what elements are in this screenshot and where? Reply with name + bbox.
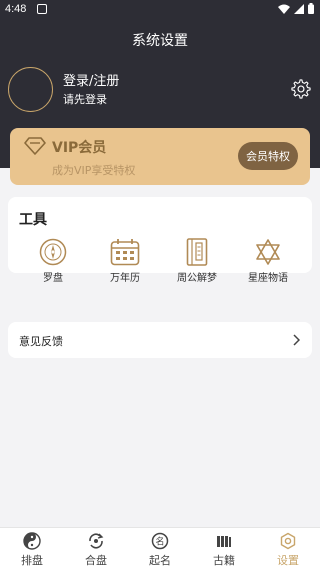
vip-title: VIP会员 (52, 140, 107, 156)
vip-subtitle: 成为VIP享受特权 (52, 164, 136, 177)
tool-label: 周公解梦 (177, 273, 217, 284)
merge-icon (89, 533, 104, 549)
wifi-icon (278, 4, 290, 14)
svg-text:名: 名 (155, 536, 164, 548)
status-indicators (278, 3, 314, 14)
tools-title: 工具 (19, 212, 47, 228)
tab-guji[interactable]: 古籍 (192, 528, 256, 573)
gear-icon[interactable] (290, 78, 312, 100)
settings-icon (280, 532, 296, 550)
login-prompt: 请先登录 (63, 93, 107, 106)
tool-compass[interactable]: 罗盘 (18, 238, 88, 286)
star-of-david-icon (256, 239, 280, 265)
tool-dream-interpretation[interactable]: 周公解梦 (162, 238, 232, 286)
page-title: 系统设置 (132, 33, 188, 49)
naming-icon: 名 (151, 532, 169, 550)
tab-paipan[interactable]: 排盘 (0, 528, 64, 573)
ancient-books-icon (217, 536, 231, 547)
tab-label: 设置 (277, 554, 299, 567)
status-time: 4:48 (5, 3, 27, 15)
tab-bar: 排盘 合盘 名 起名 古籍 设置 (0, 527, 320, 573)
tool-label: 星座物语 (248, 273, 288, 284)
tab-settings[interactable]: 设置 (256, 528, 320, 573)
tab-label: 古籍 (213, 554, 235, 567)
tab-label: 合盘 (85, 554, 107, 567)
feedback-label: 意见反馈 (19, 335, 63, 348)
calendar-icon (110, 239, 140, 266)
tool-horoscope[interactable]: 星座物语 (233, 238, 303, 286)
tab-label: 起名 (149, 554, 171, 567)
login-register-link[interactable]: 登录/注册 (63, 70, 119, 89)
tab-qiming[interactable]: 名 起名 (128, 528, 192, 573)
book-icon (186, 238, 208, 266)
status-bar: 4:48 (0, 0, 320, 20)
diamond-icon (24, 137, 46, 155)
vip-card[interactable]: VIP会员 成为VIP享受特权 会员特权 (10, 128, 310, 185)
tool-label: 万年历 (110, 273, 140, 284)
tools-card: 工具 罗盘 万年历 周公解梦 星座物语 (8, 197, 312, 284)
compass-icon (39, 238, 67, 266)
yin-yang-icon (23, 532, 41, 550)
feedback-row[interactable]: 意见反馈 (8, 322, 312, 358)
tool-label: 罗盘 (43, 273, 63, 284)
battery-icon (308, 3, 314, 14)
vip-privileges-button[interactable]: 会员特权 (238, 142, 298, 170)
tab-hepan[interactable]: 合盘 (64, 528, 128, 573)
avatar[interactable] (8, 67, 53, 112)
notification-icon (37, 4, 47, 14)
tool-calendar[interactable]: 万年历 (90, 238, 160, 286)
chevron-right-icon (293, 334, 300, 346)
tab-label: 排盘 (21, 554, 43, 567)
signal-icon (294, 3, 304, 14)
